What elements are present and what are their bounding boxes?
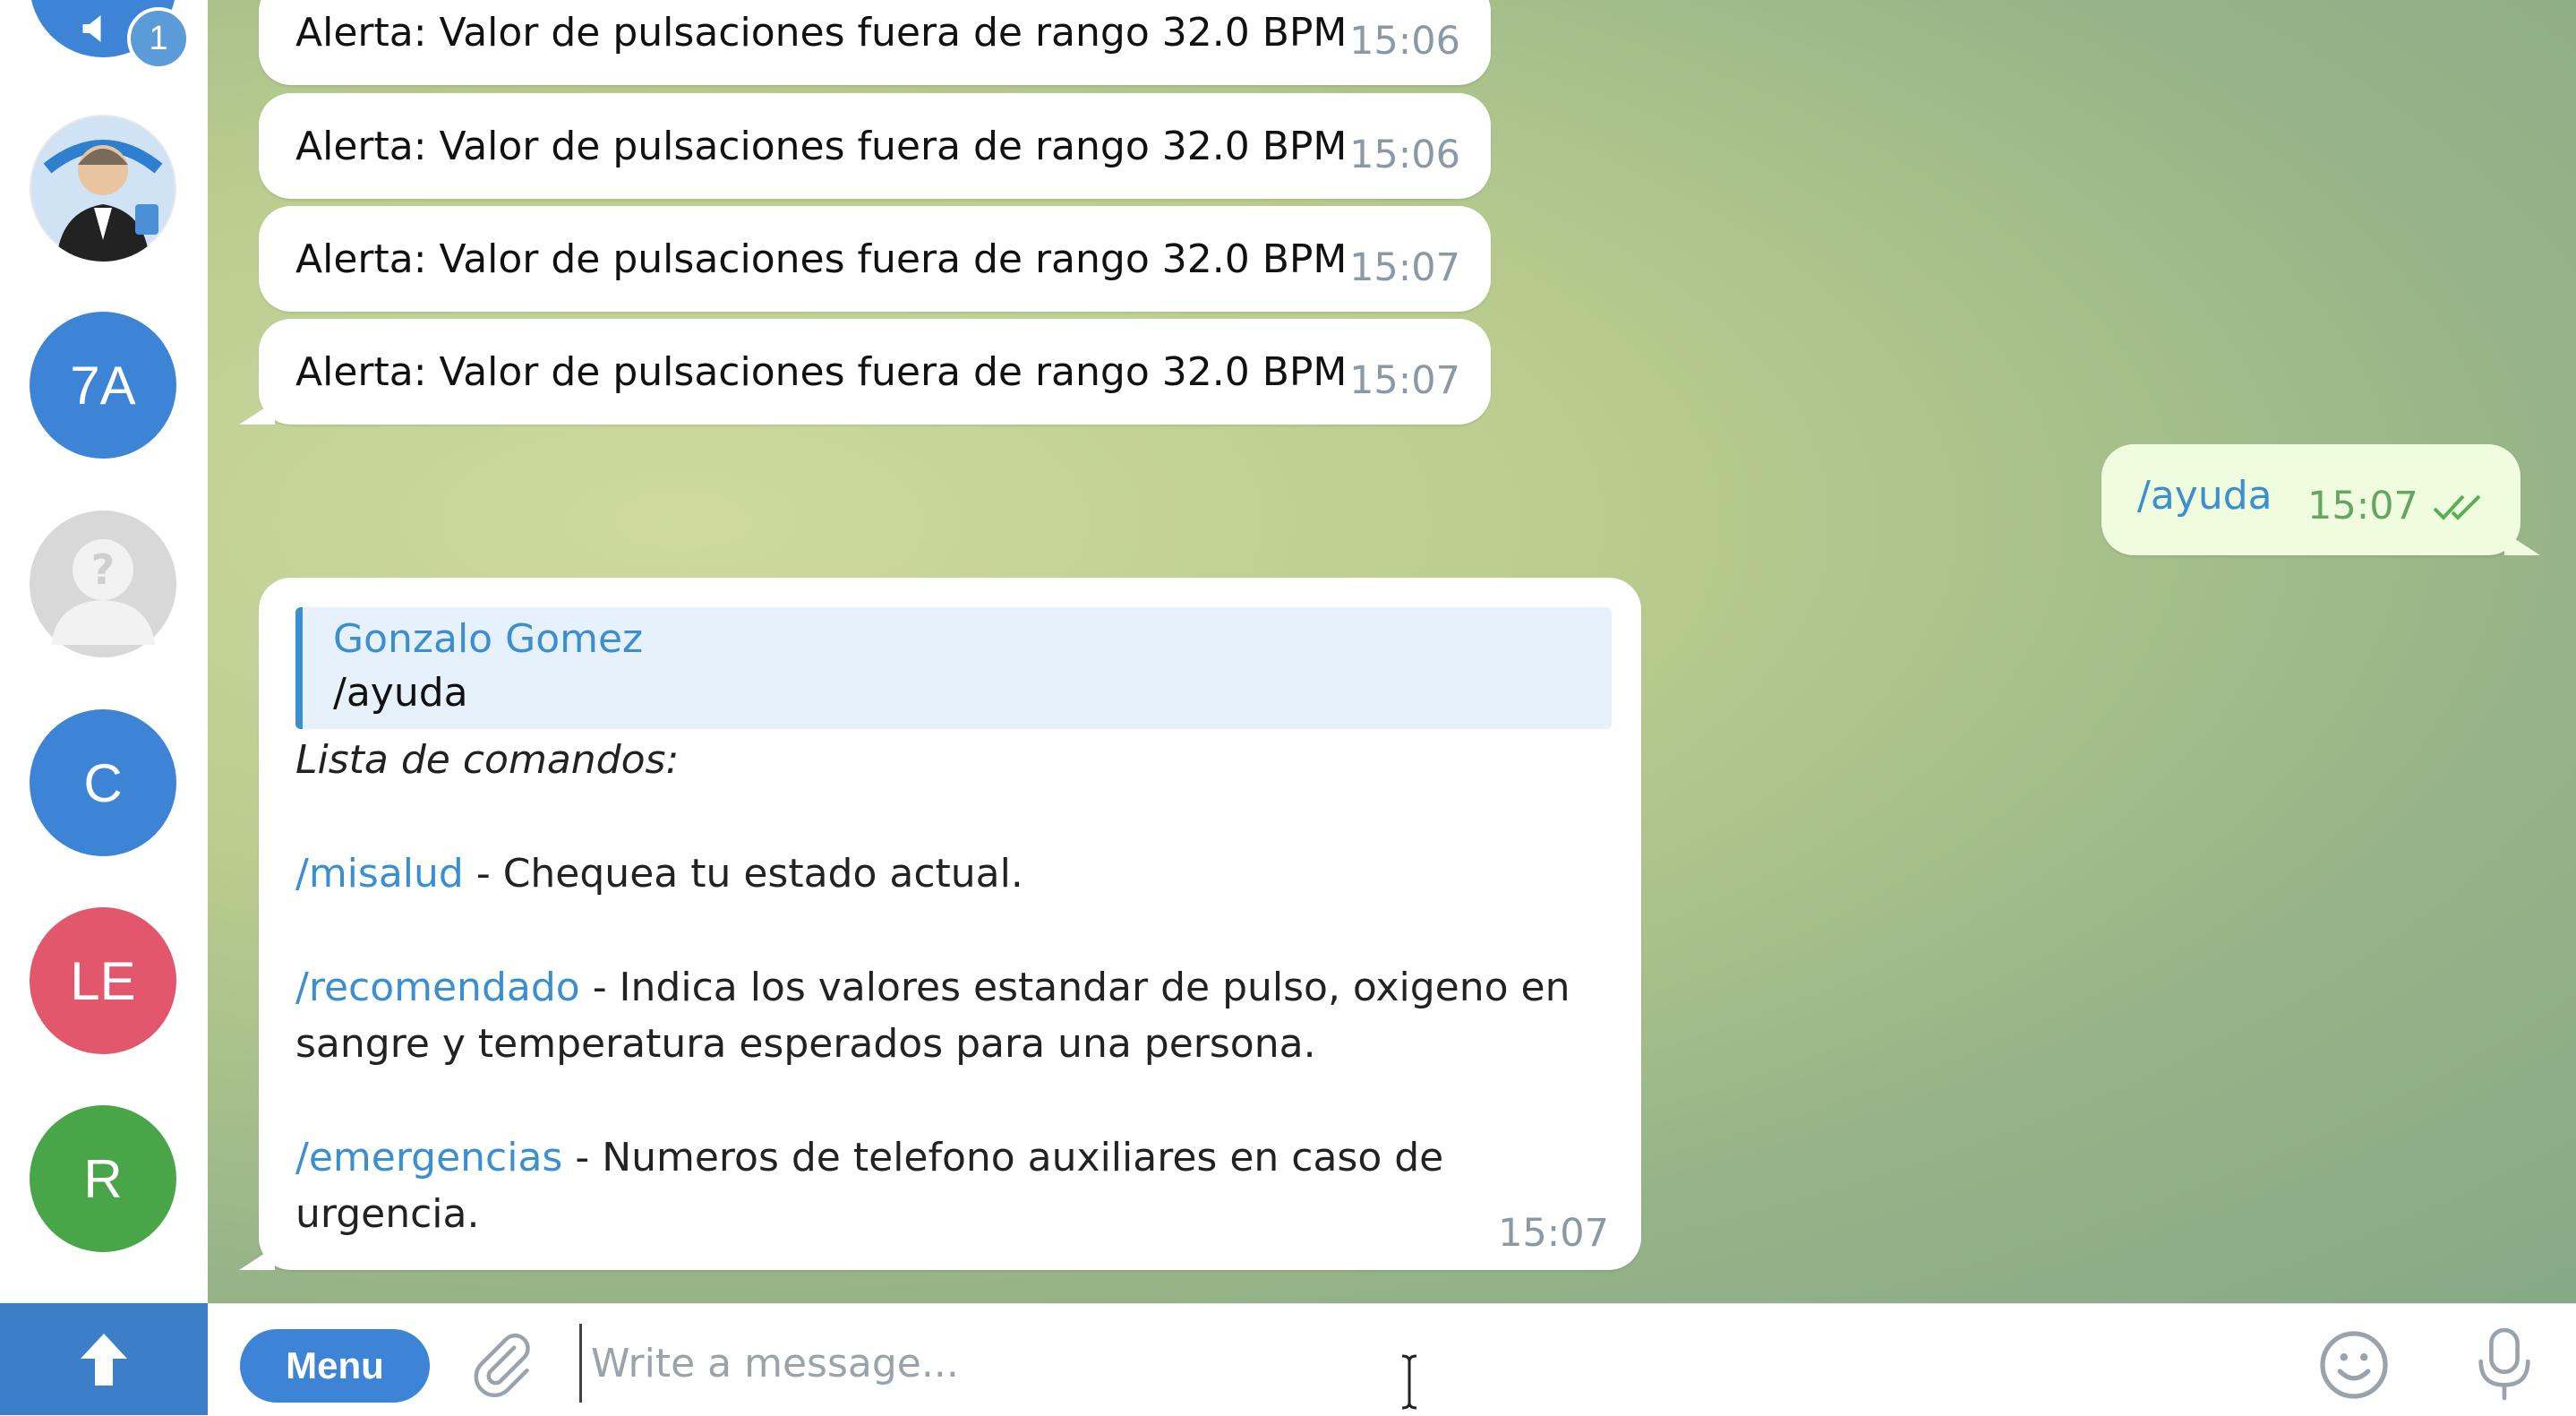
command-link-emergencias[interactable]: /emergencias [295,1135,562,1180]
message-text[interactable]: /ayuda [2137,473,2272,519]
alert-message: Alerta: Valor de pulsaciones fuera de ra… [259,206,1491,312]
commands-header: Lista de comandos: [295,737,680,783]
message-text: Alerta: Valor de pulsaciones fuera de ra… [295,349,1348,395]
alert-message: Alerta: Valor de pulsaciones fuera de ra… [239,319,1491,425]
person-photo-icon [31,116,175,262]
message-time: 15:07 [1349,245,1460,290]
unread-badge: 1 [127,7,190,70]
chat-avatar-7a[interactable]: 7A [30,312,176,459]
command-link-recomendado[interactable]: /recomendado [295,965,580,1010]
message-time: 15:07 [1349,358,1460,403]
text-cursor-icon [1401,1354,1417,1410]
message-time: 15:07 [2307,484,2418,528]
message-text: Alerta: Valor de pulsaciones fuera de ra… [295,236,1348,282]
message-time: 15:06 [1349,133,1460,177]
bubble-tail [239,1247,275,1270]
megaphone-icon [82,15,101,42]
outgoing-message: /ayuda 15:07 [2101,444,2540,555]
reply-quote[interactable]: Gonzalo Gomez /ayuda [295,607,1612,729]
chat-avatar-r[interactable]: R [30,1105,176,1252]
bot-reply-message: Gonzalo Gomez /ayuda Lista de comandos: … [239,578,1641,1270]
command-description-cont: urgencia. [295,1191,480,1237]
alert-message: Alerta: Valor de pulsaciones fuera de ra… [259,93,1491,199]
bubble-tail [2504,532,2540,555]
emoji-icon[interactable] [2316,1327,2392,1403]
message-input[interactable] [579,1324,2294,1403]
command-link-misalud[interactable]: /misalud [295,851,464,897]
command-description: - Chequea tu estado actual. [463,851,1023,897]
microphone-icon[interactable] [2473,1324,2536,1404]
command-line: /emergencias - Numeros de telefono auxil… [295,1135,1443,1180]
message-text: Alerta: Valor de pulsaciones fuera de ra… [295,10,1348,56]
chat-avatar-le[interactable]: LE [30,907,176,1054]
chat-avatar-c[interactable]: C [30,709,176,856]
command-description: - Indica los valores estandar de pulso, … [579,965,1570,1010]
double-check-icon [2433,494,2481,520]
message-time: 15:06 [1349,19,1460,64]
command-description-cont: sangre y temperatura esperados para una … [295,1021,1316,1067]
bubble-tail [239,401,275,425]
svg-text:?: ? [91,545,116,594]
chat-history[interactable]: Alerta: Valor de pulsaciones fuera de ra… [208,0,2576,1303]
unknown-user-icon: ? [51,539,155,645]
command-description: - Numeros de telefono auxiliares en caso… [562,1135,1444,1180]
message-text: Alerta: Valor de pulsaciones fuera de ra… [295,124,1348,169]
quote-text: /ayuda [333,670,468,716]
chat-avatar-unknown[interactable]: ? [30,511,176,657]
chat-list-sidebar: 1 7A ? C LE R [0,0,209,1415]
arrow-up-icon [81,1333,127,1386]
chat-avatar-photo[interactable] [30,115,176,262]
command-line: /misalud - Chequea tu estado actual. [295,851,1023,897]
command-line: /recomendado - Indica los valores estand… [295,965,1570,1010]
scroll-up-button[interactable] [0,1303,208,1415]
message-composer: Menu [208,1303,2576,1416]
quote-author: Gonzalo Gomez [333,616,644,662]
bot-menu-button[interactable]: Menu [240,1329,430,1403]
paperclip-icon[interactable] [467,1329,535,1397]
alert-message: Alerta: Valor de pulsaciones fuera de ra… [259,0,1491,85]
message-time: 15:07 [1498,1211,1609,1256]
